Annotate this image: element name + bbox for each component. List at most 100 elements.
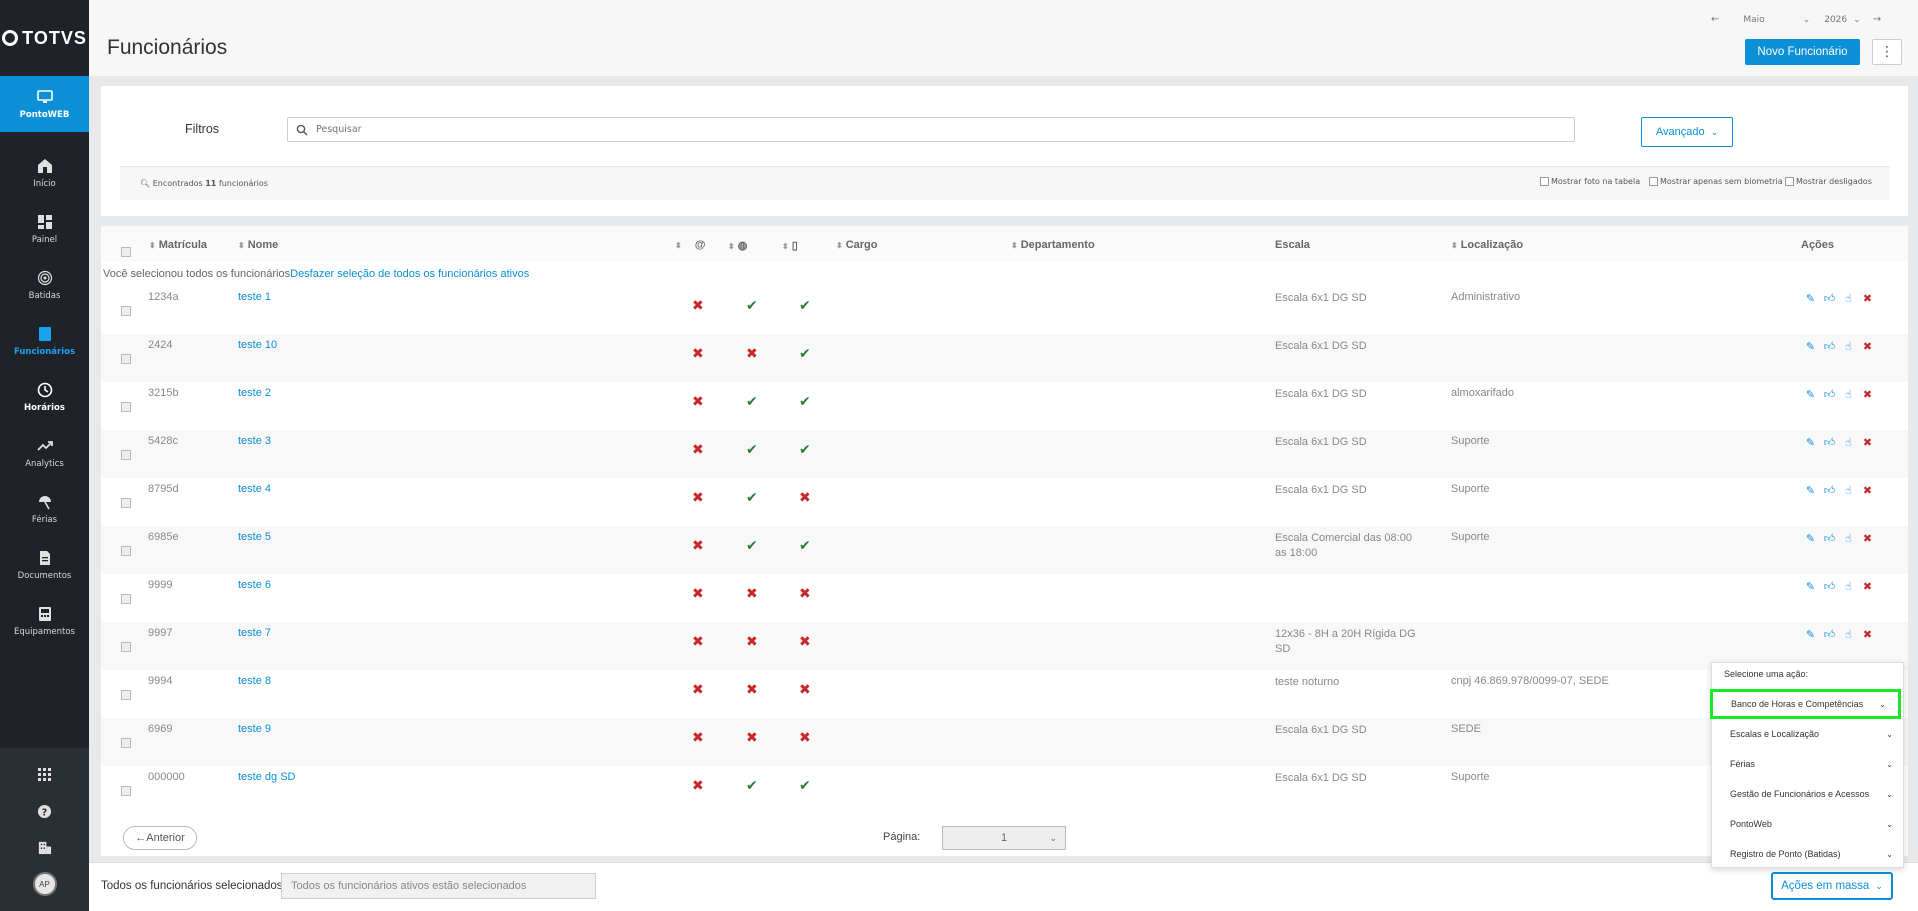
show-photo-checkbox[interactable] <box>1540 177 1549 186</box>
thumbs-up-icon[interactable]: 👍︎ <box>1823 484 1836 497</box>
delete-x-icon[interactable]: ✖ <box>1861 340 1874 353</box>
sidebar-item-analytics[interactable]: Analytics <box>0 425 89 481</box>
hand-pointer-icon[interactable]: ☝︎ <box>1842 628 1855 641</box>
hand-pointer-icon[interactable]: ☝︎ <box>1842 532 1855 545</box>
sidebar-item-funcionarios[interactable]: Funcionários <box>0 313 89 369</box>
apps-grid-icon[interactable] <box>0 757 89 793</box>
table-row[interactable]: 2424 teste 10 ✖ ✖ ✔ Escala 6x1 DG SD ✎ 👍︎ ☝︎ … <box>101 334 1908 382</box>
row-checkbox[interactable] <box>121 642 131 652</box>
totvs-logo[interactable]: TOTVS <box>0 0 89 76</box>
col-mobile[interactable]: ⬍ ▯ <box>782 239 798 252</box>
table-row[interactable]: 6969 teste 9 ✖ ✖ ✖ Escala 6x1 DG SD SEDE <box>101 718 1908 766</box>
sidebar-item-horarios[interactable]: Horários <box>0 369 89 425</box>
row-checkbox[interactable] <box>121 306 131 316</box>
col-email[interactable]: ⬍ @ <box>675 239 705 251</box>
sidebar-item-pontoweb[interactable]: PontoWEB <box>0 76 89 132</box>
employee-name-link[interactable]: teste 2 <box>238 387 271 399</box>
select-all-checkbox[interactable] <box>121 247 131 257</box>
employee-name-link[interactable]: teste 9 <box>238 723 271 735</box>
edit-pencil-icon[interactable]: ✎ <box>1804 532 1817 545</box>
row-checkbox[interactable] <box>121 450 131 460</box>
employee-name-link[interactable]: teste 6 <box>238 579 271 591</box>
biometry-option[interactable]: Mostrar apenas sem biometria <box>1649 177 1783 186</box>
table-row[interactable]: 9997 teste 7 ✖ ✖ ✖ 12x36 - 8H a 20H Rígida DG… <box>101 622 1908 670</box>
thumbs-up-icon[interactable]: 👍︎ <box>1823 388 1836 401</box>
col-matricula[interactable]: ⬍ Matrícula <box>149 239 207 251</box>
employee-name-link[interactable]: teste 4 <box>238 483 271 495</box>
sidebar-item-painel[interactable]: Painel <box>0 201 89 257</box>
thumbs-up-icon[interactable]: 👍︎ <box>1823 628 1836 641</box>
col-web[interactable]: ⬍ ◍ <box>728 239 747 252</box>
show-photo-option[interactable]: Mostrar foto na tabela <box>1540 177 1640 186</box>
user-avatar[interactable]: AP <box>0 866 89 902</box>
edit-pencil-icon[interactable]: ✎ <box>1804 388 1817 401</box>
hand-pointer-icon[interactable]: ☝︎ <box>1842 436 1855 449</box>
menu-item[interactable]: Escalas e Localização ⌄ <box>1712 719 1905 749</box>
employee-name-link[interactable]: teste 8 <box>238 675 271 687</box>
table-row[interactable]: 000000 teste dg SD ✖ ✔ ✔ Escala 6x1 DG SD Supo… <box>101 766 1908 814</box>
table-row[interactable]: 8795d teste 4 ✖ ✔ ✖ Escala 6x1 DG SD Suporte ✎… <box>101 478 1908 526</box>
hand-pointer-icon[interactable]: ☝︎ <box>1842 292 1855 305</box>
search-field[interactable] <box>287 117 1575 142</box>
edit-pencil-icon[interactable]: ✎ <box>1804 292 1817 305</box>
col-cargo[interactable]: ⬍ Cargo <box>836 239 877 251</box>
menu-item[interactable]: Férias ⌄ <box>1712 749 1905 779</box>
edit-pencil-icon[interactable]: ✎ <box>1804 628 1817 641</box>
menu-item[interactable]: PontoWeb ⌄ <box>1712 809 1905 839</box>
biometry-checkbox[interactable] <box>1649 177 1658 186</box>
table-row[interactable]: 9999 teste 6 ✖ ✖ ✖ ✎ 👍︎ ☝︎ ✖ <box>101 574 1908 622</box>
thumbs-up-icon[interactable]: 👍︎ <box>1823 436 1836 449</box>
col-departamento[interactable]: ⬍ Departamento <box>1011 239 1095 251</box>
employee-name-link[interactable]: teste 10 <box>238 339 277 351</box>
hand-pointer-icon[interactable]: ☝︎ <box>1842 388 1855 401</box>
prev-month-arrow-icon[interactable]: ← <box>1711 14 1719 25</box>
sidebar-item-documentos[interactable]: Documentos <box>0 537 89 593</box>
row-checkbox[interactable] <box>121 402 131 412</box>
new-employee-button[interactable]: Novo Funcionário <box>1745 39 1860 65</box>
building-icon[interactable] <box>0 829 89 865</box>
table-row[interactable]: 9994 teste 8 ✖ ✖ ✖ teste noturno cnpj 46.869.9… <box>101 670 1908 718</box>
employee-name-link[interactable]: teste 5 <box>238 531 271 543</box>
col-nome[interactable]: ⬍ Nome <box>238 239 278 251</box>
mass-actions-button[interactable]: Ações em massa ⌄ <box>1771 872 1893 900</box>
more-options-icon[interactable]: ⋮ <box>1872 39 1902 65</box>
year-select[interactable]: 2026 <box>1824 15 1847 25</box>
previous-page-button[interactable]: ←Anterior <box>123 826 197 850</box>
delete-x-icon[interactable]: ✖ <box>1861 532 1874 545</box>
search-input[interactable] <box>316 124 1516 135</box>
disabled-option[interactable]: Mostrar desligados <box>1785 177 1872 186</box>
row-checkbox[interactable] <box>121 786 131 796</box>
col-localizacao[interactable]: ⬍ Localização <box>1451 239 1523 251</box>
hand-pointer-icon[interactable]: ☝︎ <box>1842 580 1855 593</box>
table-row[interactable]: 3215b teste 2 ✖ ✔ ✔ Escala 6x1 DG SD almoxarif… <box>101 382 1908 430</box>
delete-x-icon[interactable]: ✖ <box>1861 484 1874 497</box>
row-checkbox[interactable] <box>121 546 131 556</box>
sidebar-item-ferias[interactable]: Férias <box>0 481 89 537</box>
employee-name-link[interactable]: teste 3 <box>238 435 271 447</box>
delete-x-icon[interactable]: ✖ <box>1861 580 1874 593</box>
page-select[interactable]: 1 ⌄ <box>942 826 1066 850</box>
undo-selection-link[interactable]: Desfazer seleção de todos os funcionário… <box>290 268 529 280</box>
menu-item[interactable]: Gestão de Funcionários e Acessos ⌄ <box>1712 779 1905 809</box>
hand-pointer-icon[interactable]: ☝︎ <box>1842 340 1855 353</box>
disabled-checkbox[interactable] <box>1785 177 1794 186</box>
employee-name-link[interactable]: teste 7 <box>238 627 271 639</box>
edit-pencil-icon[interactable]: ✎ <box>1804 436 1817 449</box>
edit-pencil-icon[interactable]: ✎ <box>1804 340 1817 353</box>
row-checkbox[interactable] <box>121 738 131 748</box>
table-row[interactable]: 1234a teste 1 ✖ ✔ ✔ Escala 6x1 DG SD Administr… <box>101 286 1908 334</box>
thumbs-up-icon[interactable]: 👍︎ <box>1823 340 1836 353</box>
hand-pointer-icon[interactable]: ☝︎ <box>1842 484 1855 497</box>
table-row[interactable]: 5428c teste 3 ✖ ✔ ✔ Escala 6x1 DG SD Suporte ✎… <box>101 430 1908 478</box>
menu-item[interactable]: Registro de Ponto (Batidas) ⌄ <box>1712 839 1905 869</box>
advanced-filter-button[interactable]: Avançado ⌄ <box>1641 117 1733 147</box>
delete-x-icon[interactable]: ✖ <box>1861 388 1874 401</box>
thumbs-up-icon[interactable]: 👍︎ <box>1823 532 1836 545</box>
delete-x-icon[interactable]: ✖ <box>1861 436 1874 449</box>
menu-item[interactable]: Banco de Horas e Competências ⌄ <box>1710 689 1901 719</box>
thumbs-up-icon[interactable]: 👍︎ <box>1823 292 1836 305</box>
sidebar-item-batidas[interactable]: Batidas <box>0 257 89 313</box>
help-icon[interactable]: ? <box>0 793 89 829</box>
sidebar-item-equipamentos[interactable]: Equipamentos <box>0 593 89 649</box>
sidebar-item-inicio[interactable]: Início <box>0 145 89 201</box>
